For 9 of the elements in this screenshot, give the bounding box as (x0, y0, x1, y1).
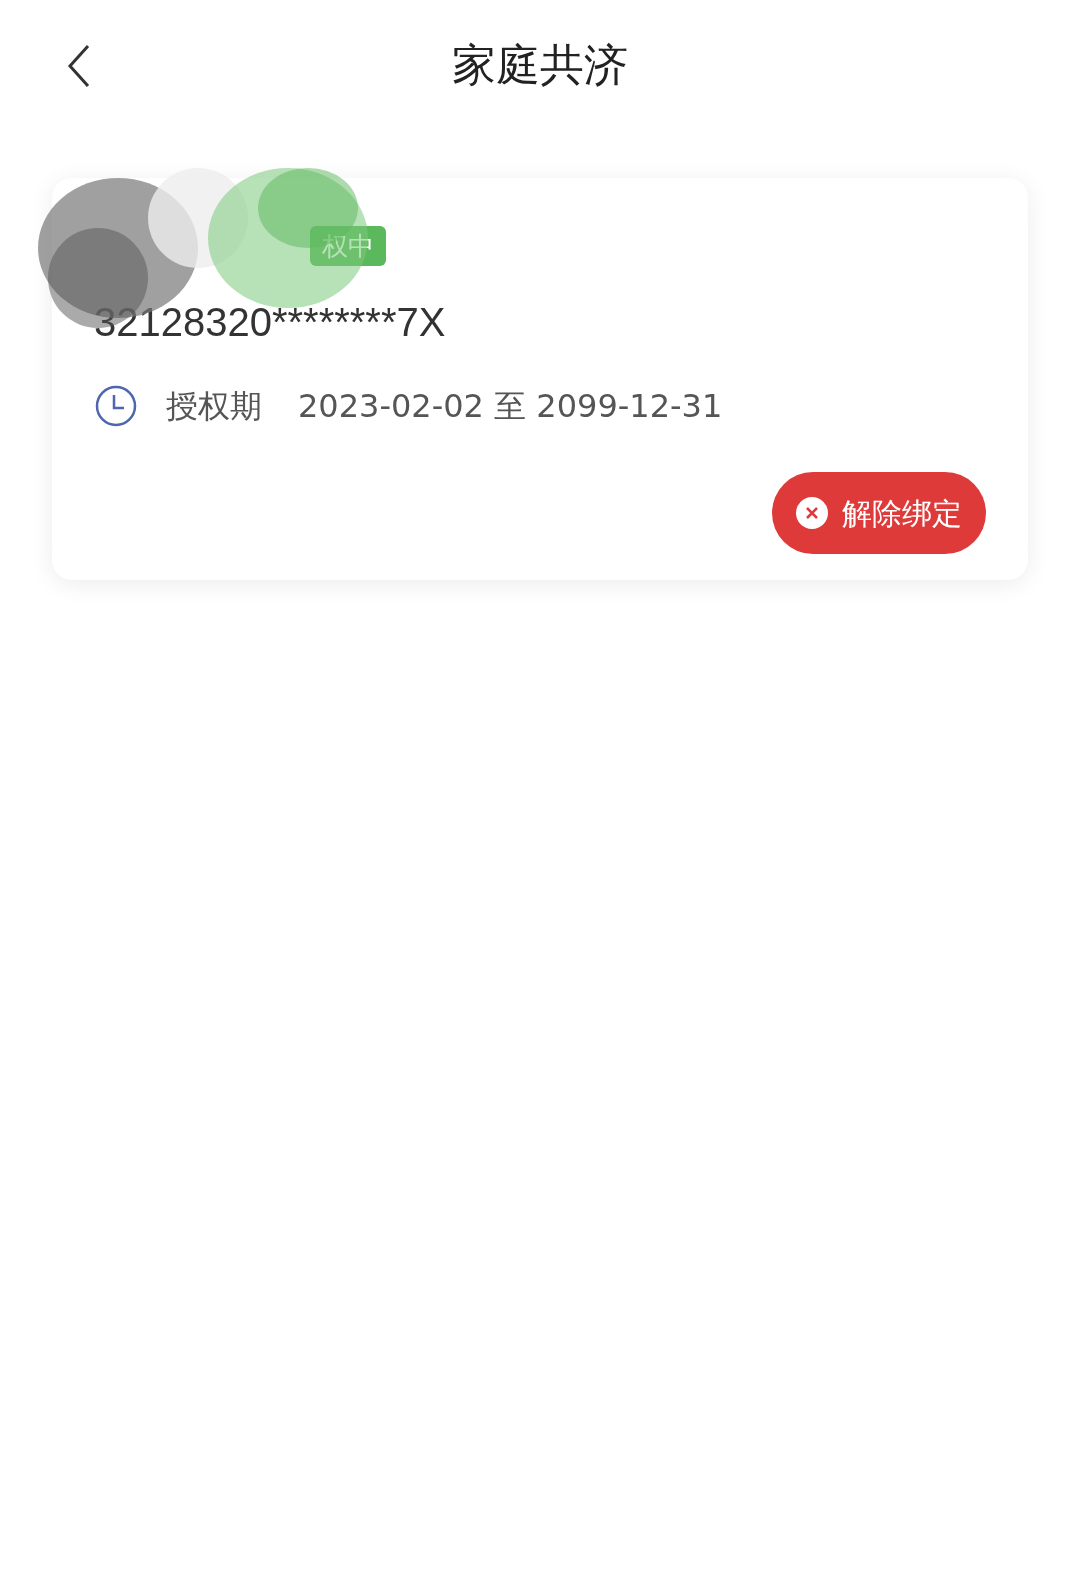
close-icon (796, 497, 828, 529)
page-title: 家庭共济 (452, 38, 628, 92)
period-value: 2023-02-02 至 2099-12-31 (298, 386, 723, 427)
status-badge: 权中 (310, 226, 386, 266)
unbind-button[interactable]: 解除绑定 (772, 472, 986, 554)
back-icon[interactable] (66, 44, 92, 88)
period-label: 授权期 (166, 386, 262, 427)
clock-icon (94, 384, 138, 428)
id-number: 32128320********7X (94, 300, 446, 344)
